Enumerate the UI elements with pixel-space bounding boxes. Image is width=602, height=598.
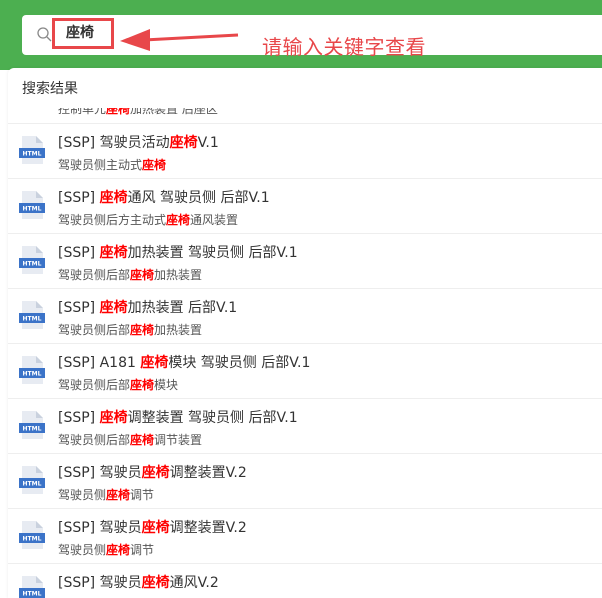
result-title[interactable]: [SSP] 驾驶员座椅调整装置V.2 [58, 462, 247, 482]
result-subtitle: 驾驶员侧后方主动式座椅通风装置 [58, 213, 239, 227]
result-subtitle: 驾驶员侧后部座椅加热装置 [58, 323, 203, 337]
result-item[interactable]: HTML [SSP] 驾驶员座椅调整装置V.2 驾驶员侧座椅调节 [8, 508, 602, 563]
result-item[interactable]: HTML [SSP] 驾驶员座椅通风V.2 [8, 563, 602, 598]
html-file-icon: HTML [19, 576, 45, 598]
file-type-label: HTML [23, 536, 42, 543]
result-subtitle: 驾驶员侧后部座椅加热装置 [58, 268, 203, 282]
file-type-label: HTML [23, 481, 42, 488]
html-file-icon: HTML [19, 136, 45, 164]
html-file-icon: HTML [19, 411, 45, 439]
html-file-icon: HTML [19, 191, 45, 219]
annotation-arrow [120, 29, 239, 51]
result-item[interactable]: HTML [SSP] 座椅通风 驾驶员侧 后部V.1 驾驶员侧后方主动式座椅通风装置 [8, 178, 602, 233]
file-type-label: HTML [23, 261, 42, 268]
html-file-icon: HTML [19, 356, 45, 384]
html-file-icon: HTML [19, 466, 45, 494]
result-subtitle: 驾驶员侧后部座椅模块 [58, 378, 179, 392]
file-type-label: HTML [23, 591, 42, 598]
file-type-label: HTML [23, 316, 42, 323]
result-item[interactable]: HTML [SSP] 驾驶员活动座椅V.1 驾驶员侧主动式座椅 [8, 123, 602, 178]
results-list: HTML [SSP] 驾驶员活动座椅V.1 驾驶员侧主动式座椅 HTML [SSP] 座… [8, 68, 602, 598]
result-title[interactable]: [SSP] 座椅加热装置 后部V.1 [58, 297, 237, 317]
html-file-icon: HTML [19, 246, 45, 274]
file-type-label: HTML [23, 206, 42, 213]
result-item[interactable]: HTML [SSP] 座椅调整装置 驾驶员侧 后部V.1 驾驶员侧后部座椅调节装置 [8, 398, 602, 453]
result-title[interactable]: [SSP] 座椅调整装置 驾驶员侧 后部V.1 [58, 407, 298, 427]
result-item[interactable]: HTML [SSP] 座椅加热装置 驾驶员侧 后部V.1 驾驶员侧后部座椅加热装置 [8, 233, 602, 288]
annotation-hint: 请输入关键字查看 [262, 35, 426, 59]
html-file-icon: HTML [19, 521, 45, 549]
result-title[interactable]: [SSP] 驾驶员座椅调整装置V.2 [58, 517, 247, 537]
search-input[interactable]: 座椅 [52, 18, 114, 49]
file-type-label: HTML [23, 371, 42, 378]
result-subtitle: 驾驶员侧座椅调节 [58, 543, 155, 557]
result-subtitle: 驾驶员侧后部座椅调节装置 [58, 433, 203, 447]
result-item[interactable]: HTML [SSP] 驾驶员座椅调整装置V.2 驾驶员侧座椅调节 [8, 453, 602, 508]
result-subtitle: 驾驶员侧主动式座椅 [58, 158, 167, 172]
results-panel: 搜索结果 控制单元座椅加热装置 后座区 HTML [SSP] 驾驶员活动座椅V.1… [8, 68, 602, 598]
file-type-label: HTML [23, 151, 42, 158]
file-type-label: HTML [23, 426, 42, 433]
result-title[interactable]: [SSP] A181 座椅模块 驾驶员侧 后部V.1 [58, 352, 310, 372]
html-file-icon: HTML [19, 301, 45, 329]
result-subtitle: 驾驶员侧座椅调节 [58, 488, 155, 502]
result-item[interactable]: HTML [SSP] A181 座椅模块 驾驶员侧 后部V.1 驾驶员侧后部座椅模块 [8, 343, 602, 398]
result-title[interactable]: [SSP] 驾驶员座椅通风V.2 [58, 572, 219, 592]
result-item[interactable]: HTML [SSP] 座椅加热装置 后部V.1 驾驶员侧后部座椅加热装置 [8, 288, 602, 343]
result-title[interactable]: [SSP] 驾驶员活动座椅V.1 [58, 132, 219, 152]
result-title[interactable]: [SSP] 座椅通风 驾驶员侧 后部V.1 [58, 187, 270, 207]
result-title[interactable]: [SSP] 座椅加热装置 驾驶员侧 后部V.1 [58, 242, 298, 262]
